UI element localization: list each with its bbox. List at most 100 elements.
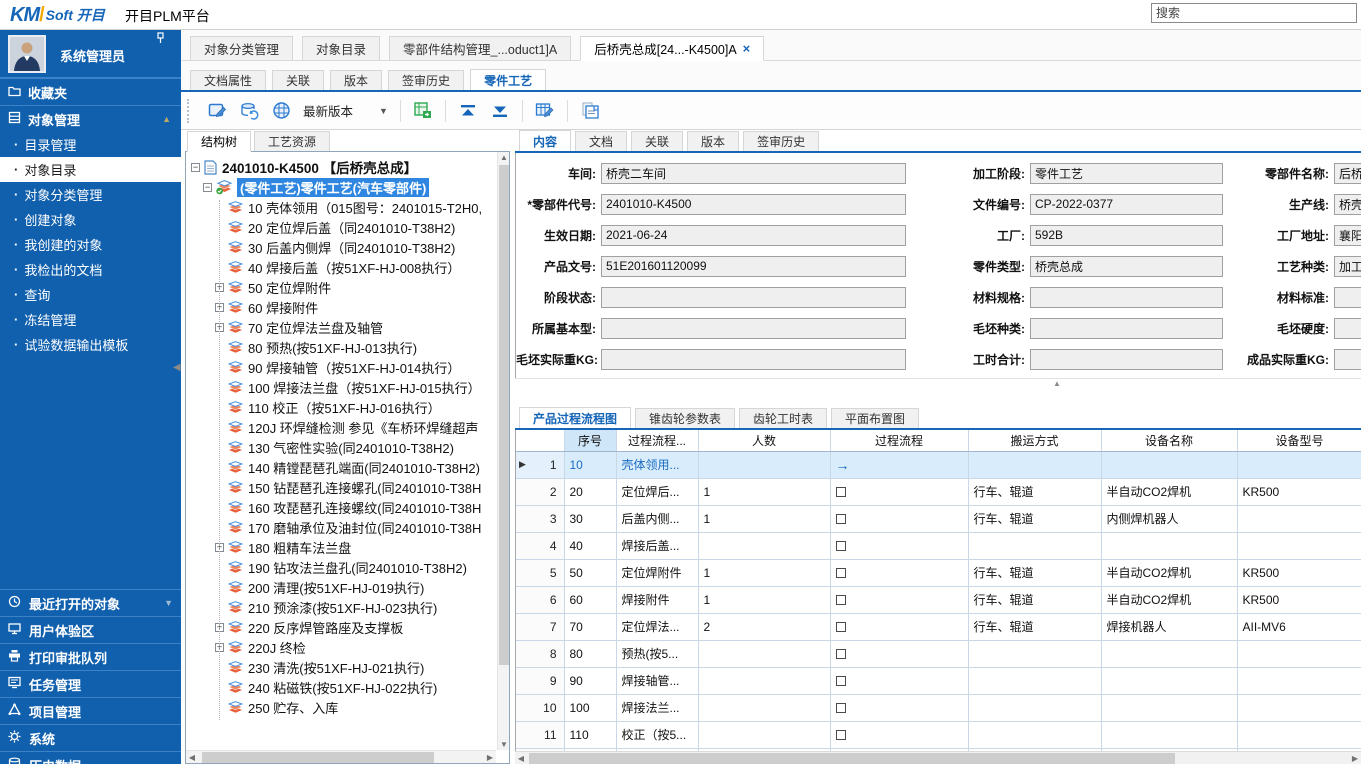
scroll-right-icon[interactable]: ▶ <box>484 753 496 762</box>
checkbox-icon[interactable] <box>836 649 846 659</box>
checkbox-icon[interactable] <box>836 595 846 605</box>
people-cell[interactable]: 1 <box>698 505 830 532</box>
tree-operation-node[interactable]: 10 壳体领用（015图号：2401015-T2H0, <box>186 197 509 217</box>
tree-operation-node[interactable]: 90 焊接轴管（按51XF-HJ-014执行） <box>186 357 509 377</box>
column-header[interactable]: 设备名称 <box>1101 430 1237 451</box>
form-field-input[interactable] <box>601 256 906 277</box>
panel-edit-icon[interactable] <box>206 100 228 122</box>
checkbox-icon[interactable] <box>836 622 846 632</box>
sequence-cell[interactable]: 10 <box>564 451 616 478</box>
table-row[interactable]: 220定位焊后...1行车、辊道半自动CO2焊机KR500 <box>516 478 1361 505</box>
scroll-left-icon[interactable]: ◀ <box>515 754 527 763</box>
flow-symbol-cell[interactable] <box>830 721 968 748</box>
chevron-down-icon[interactable]: ▼ <box>164 598 173 608</box>
scrollbar-thumb[interactable] <box>529 753 1175 764</box>
transport-cell[interactable] <box>968 640 1101 667</box>
form-field-input[interactable] <box>601 163 906 184</box>
column-header[interactable]: 人数 <box>698 430 830 451</box>
scroll-down-icon[interactable]: ▼ <box>498 740 510 749</box>
detail-tab[interactable]: 关联 <box>631 131 683 151</box>
equipment-name-cell[interactable] <box>1101 640 1237 667</box>
tree-process-node[interactable]: − (零件工艺)零件工艺(汽车零部件) <box>186 177 509 197</box>
tree-operation-node[interactable]: 210 预涂漆(按51XF-HJ-023执行) <box>186 597 509 617</box>
equipment-name-cell[interactable] <box>1101 451 1237 478</box>
tree-operation-node[interactable]: +220J 终检 <box>186 637 509 657</box>
sidebar-section-system-gear[interactable]: 系统 <box>0 724 181 751</box>
form-field-input[interactable] <box>601 349 906 370</box>
transport-cell[interactable]: 行车、辊道 <box>968 559 1101 586</box>
sequence-cell[interactable]: 90 <box>564 667 616 694</box>
document-tab[interactable]: 文档属性 <box>190 70 266 90</box>
table-row[interactable]: 550定位焊附件1行车、辊道半自动CO2焊机KR500 <box>516 559 1361 586</box>
collapse-form-icon[interactable]: ▲ <box>1053 379 1061 388</box>
tree-operation-node[interactable]: +180 粗精车法兰盘 <box>186 537 509 557</box>
transport-cell[interactable] <box>968 721 1101 748</box>
transport-cell[interactable]: 行车、辊道 <box>968 505 1101 532</box>
transport-cell[interactable] <box>968 694 1101 721</box>
table-row[interactable]: 330后盖内侧...1行车、辊道内侧焊机器人 <box>516 505 1361 532</box>
flow-tab[interactable]: 锥齿轮参数表 <box>635 408 735 428</box>
checkbox-icon[interactable] <box>836 541 846 551</box>
sidebar-item[interactable]: ·对象分类管理 <box>0 182 181 207</box>
table-horizontal-scrollbar[interactable]: ◀ ▶ <box>515 751 1361 764</box>
table-row[interactable]: 440焊接后盖... <box>516 532 1361 559</box>
tree-operation-node[interactable]: 120J 环焊缝检测 参见《车桥环焊缝超声 <box>186 417 509 437</box>
people-cell[interactable]: 1 <box>698 478 830 505</box>
detail-tab[interactable]: 文档 <box>575 131 627 151</box>
equipment-model-cell[interactable] <box>1237 694 1361 721</box>
version-dropdown[interactable]: 最新版本 ▼ <box>303 101 388 120</box>
flow-symbol-cell[interactable] <box>830 559 968 586</box>
search-input[interactable] <box>1151 3 1357 23</box>
transport-cell[interactable]: 行车、辊道 <box>968 586 1101 613</box>
people-cell[interactable] <box>698 640 830 667</box>
close-icon[interactable]: × <box>743 41 751 56</box>
copy-document-icon[interactable] <box>579 100 601 122</box>
row-number-cell[interactable]: 6 <box>516 586 564 613</box>
collapse-minus-icon[interactable]: − <box>203 183 212 192</box>
sidebar-section-user-experience[interactable]: 用户体验区 <box>0 616 181 643</box>
table-row[interactable]: 1▶10壳体领用...→ <box>516 451 1361 478</box>
sequence-cell[interactable]: 60 <box>564 586 616 613</box>
document-tab[interactable]: 签审历史 <box>388 70 464 90</box>
table-row[interactable]: 770定位焊法...2行车、辊道焊接机器人AII-MV6 <box>516 613 1361 640</box>
scroll-left-icon[interactable]: ◀ <box>186 753 198 762</box>
sequence-cell[interactable]: 110 <box>564 721 616 748</box>
tree-operation-node[interactable]: 160 攻琵琶孔连接螺纹(同2401010-T38H <box>186 497 509 517</box>
flow-tab[interactable]: 齿轮工时表 <box>739 408 827 428</box>
people-cell[interactable]: 1 <box>698 559 830 586</box>
row-number-cell[interactable]: 5 <box>516 559 564 586</box>
tree-operation-node[interactable]: +50 定位焊附件 <box>186 277 509 297</box>
people-cell[interactable] <box>698 721 830 748</box>
tree-operation-node[interactable]: 130 气密性实验(同2401010-T38H2) <box>186 437 509 457</box>
transport-cell[interactable] <box>968 451 1101 478</box>
workspace-tab[interactable]: 零部件结构管理_...oduct1]A <box>389 36 571 60</box>
flow-name-cell[interactable]: 壳体领用... <box>616 451 698 478</box>
sidebar-item[interactable]: ·冻结管理 <box>0 307 181 332</box>
flow-symbol-cell[interactable] <box>830 640 968 667</box>
workspace-tab[interactable]: 对象分类管理 <box>190 36 293 60</box>
tree-vertical-scrollbar[interactable]: ▲ ▼ <box>497 152 509 750</box>
form-field-input[interactable] <box>1030 194 1223 215</box>
sidebar-collapse-icon[interactable]: ◀ <box>173 362 181 373</box>
people-cell[interactable] <box>698 667 830 694</box>
flow-symbol-cell[interactable] <box>830 667 968 694</box>
checkbox-icon[interactable] <box>836 487 846 497</box>
toolbar-drag-handle[interactable] <box>187 99 191 123</box>
flow-name-cell[interactable]: 定位焊法... <box>616 613 698 640</box>
sidebar-item[interactable]: ·查询 <box>0 282 181 307</box>
sequence-cell[interactable]: 50 <box>564 559 616 586</box>
tree-operation-node[interactable]: 200 清理(按51XF-HJ-019执行) <box>186 577 509 597</box>
scroll-up-icon[interactable]: ▲ <box>498 153 510 162</box>
collapse-minus-icon[interactable]: − <box>191 163 200 172</box>
sequence-cell[interactable]: 80 <box>564 640 616 667</box>
sidebar-item[interactable]: ·创建对象 <box>0 207 181 232</box>
form-field-input[interactable] <box>1334 256 1361 277</box>
equipment-name-cell[interactable]: 半自动CO2焊机 <box>1101 478 1237 505</box>
document-tab[interactable]: 零件工艺 <box>470 69 546 90</box>
equipment-name-cell[interactable] <box>1101 694 1237 721</box>
column-header[interactable]: 过程流程... <box>616 430 698 451</box>
document-tab[interactable]: 关联 <box>272 70 324 90</box>
flow-name-cell[interactable]: 校正（按5... <box>616 721 698 748</box>
form-field-input[interactable] <box>601 318 906 339</box>
equipment-model-cell[interactable] <box>1237 721 1361 748</box>
